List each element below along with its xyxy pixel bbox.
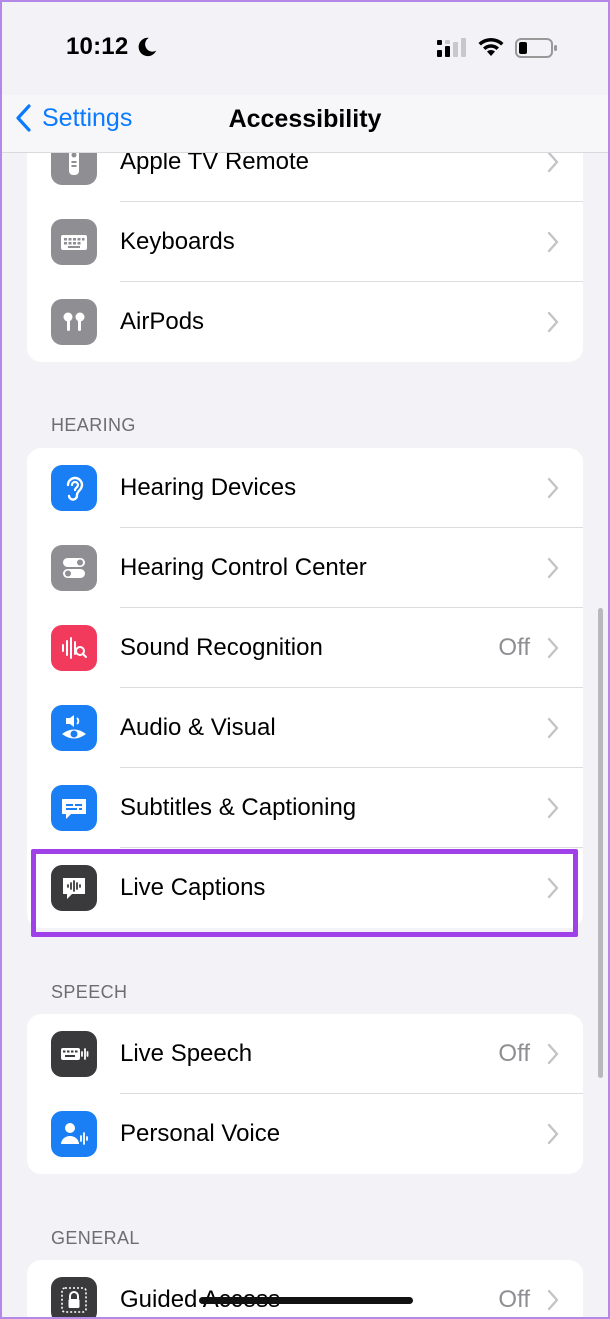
settings-row-audio-visual[interactable]: Audio & Visual: [27, 688, 583, 768]
speaker-eye-icon: [51, 705, 97, 751]
row-value: Off: [498, 1286, 530, 1313]
row-label: Hearing Devices: [120, 474, 297, 501]
person-wave-icon: [51, 1111, 97, 1157]
chevron-right-icon: [547, 1123, 559, 1145]
settings-row-subtitles-captioning[interactable]: Subtitles & Captioning: [27, 768, 583, 848]
airpods-icon: [51, 299, 97, 345]
chevron-right-icon: [547, 311, 559, 333]
settings-row-airpods[interactable]: AirPods: [27, 282, 583, 362]
lock-icon: [51, 1277, 97, 1319]
chevron-right-icon: [547, 717, 559, 739]
keyboard-wave-icon: [51, 1031, 97, 1077]
ear-icon: [51, 465, 97, 511]
settings-row-personal-voice[interactable]: Personal Voice: [27, 1094, 583, 1174]
caption-bubble-icon: [51, 785, 97, 831]
row-label: Keyboards: [120, 228, 235, 255]
wifi-icon: [478, 37, 504, 56]
cellular-signal-icon: [437, 38, 466, 57]
settings-row-keyboards[interactable]: Keyboards: [27, 202, 583, 282]
row-value: Off: [498, 1040, 530, 1067]
row-label: Hearing Control Center: [120, 554, 367, 581]
speech-group: Live Speech Off Personal Voice: [27, 1014, 583, 1174]
settings-row-live-speech[interactable]: Live Speech Off: [27, 1014, 583, 1094]
section-header-speech: SPEECH: [51, 982, 128, 1002]
row-label: Live Captions: [120, 874, 266, 901]
row-label: Subtitles & Captioning: [120, 794, 357, 821]
settings-row-hearing-control-center[interactable]: Hearing Control Center: [27, 528, 583, 608]
hearing-group: Hearing Devices Hearing Control Center S…: [27, 448, 583, 928]
section-header-general: GENERAL: [51, 1228, 140, 1248]
row-value: Off: [498, 634, 530, 661]
status-time: 10:12: [66, 33, 129, 60]
settings-row-hearing-devices[interactable]: Hearing Devices: [27, 448, 583, 528]
chevron-right-icon: [547, 1289, 559, 1311]
row-label: AirPods: [120, 308, 205, 335]
scroll-indicator[interactable]: [598, 608, 603, 1078]
interaction-group: Apple TV Remote Keyboards AirPods: [27, 122, 583, 362]
chevron-right-icon: [547, 231, 559, 253]
chevron-right-icon: [547, 557, 559, 579]
chevron-right-icon: [547, 797, 559, 819]
chevron-right-icon: [547, 151, 559, 173]
row-label: Sound Recognition: [120, 634, 323, 661]
live-caption-icon: [51, 865, 97, 911]
navigation-bar: Settings Accessibility: [0, 95, 610, 153]
settings-row-guided-access[interactable]: Guided Access Off: [27, 1260, 583, 1319]
sound-wave-icon: [51, 625, 97, 671]
chevron-right-icon: [547, 477, 559, 499]
general-group: Guided Access Off: [27, 1260, 583, 1319]
row-label: Audio & Visual: [120, 714, 276, 741]
chevron-right-icon: [547, 637, 559, 659]
section-header-hearing: HEARING: [51, 415, 136, 435]
keyboard-icon: [51, 219, 97, 265]
moon-icon: [138, 37, 157, 57]
settings-row-sound-recognition[interactable]: Sound Recognition Off: [27, 608, 583, 688]
status-bar: 10:12: [0, 0, 610, 95]
row-label: Live Speech: [120, 1040, 253, 1067]
page-title: Accessibility: [228, 105, 382, 133]
home-indicator[interactable]: [199, 1297, 413, 1304]
chevron-right-icon: [547, 1043, 559, 1065]
row-label: Personal Voice: [120, 1120, 281, 1147]
toggles-icon: [51, 545, 97, 591]
battery-icon: [515, 38, 557, 58]
chevron-right-icon: [547, 877, 559, 899]
settings-row-live-captions[interactable]: Live Captions: [27, 848, 583, 928]
